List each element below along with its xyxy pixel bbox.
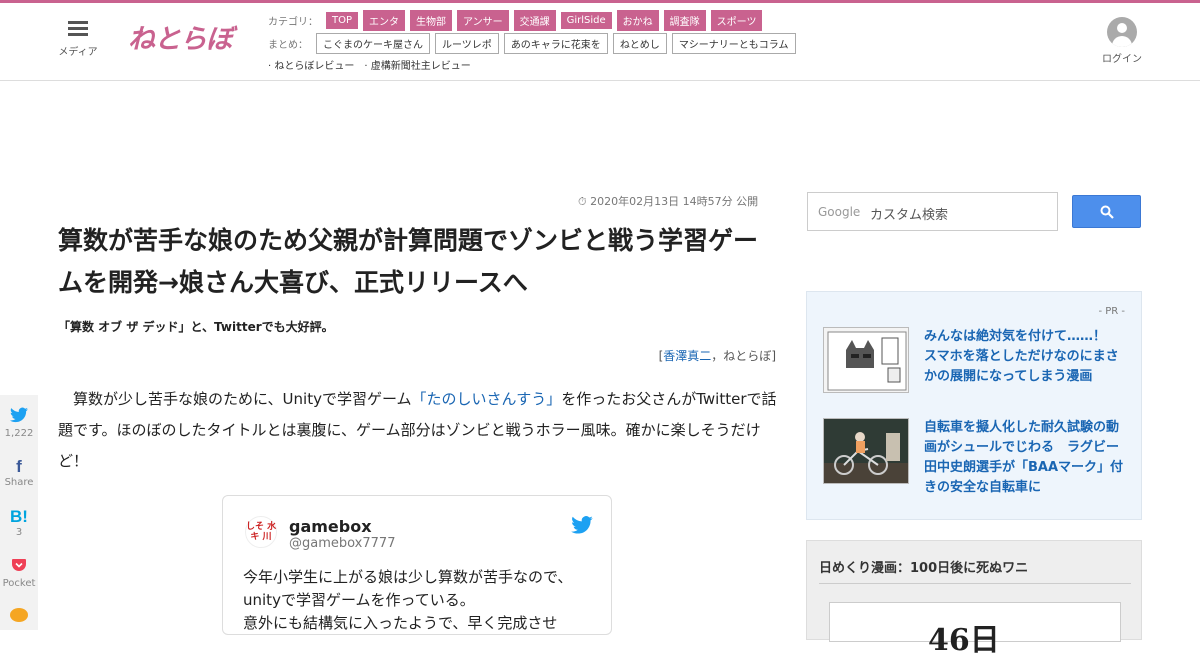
line-share-button[interactable] [0,607,38,628]
summary-link[interactable]: こぐまのケーキ屋さん [316,33,430,54]
pocket-share-label: Pocket [2,578,36,589]
byline-close: ] [771,349,776,363]
pr-headline[interactable]: みんなは絶対気を付けて……！ スマホを落としただけなのにまさかの展開になってしま… [924,327,1130,387]
share-bar: 1,222 f Share B! 3 Pocket [0,395,38,630]
category-sports[interactable]: スポーツ [710,10,763,31]
outlet-name: ねとらぼ [723,349,772,363]
category-girlside[interactable]: GirlSide [560,12,612,29]
site-header: メディア ねとらぼ カテゴリ： TOP エンタ 生物部 アンサー 交通課 Gir… [0,3,1200,81]
summary-label: まとめ： [268,40,308,51]
category-top[interactable]: TOP [326,12,359,29]
line-icon [0,607,38,628]
summary-nav: まとめ： こぐまのケーキ屋さん ルーツレポ あのキャラに花束を ねとめし マシー… [268,33,796,54]
article-byline: [香澤真二，ねとらぼ] [659,347,776,364]
manga-widget-title[interactable]: 日めくり漫画：100日後に死ぬワニ [819,557,1028,576]
category-okane[interactable]: おかね [616,10,659,31]
summary-link[interactable]: ルーツレポ [435,33,499,54]
clock-icon: ⏱ [578,195,587,208]
manga-day-number: 46日 [928,623,1000,658]
category-chousa[interactable]: 調査隊 [663,10,706,31]
tweet-text: 今年小学生に上がる娘は少し算数が苦手なので、unityで学習ゲームを作っている。… [243,568,573,632]
pr-headline[interactable]: 自転車を擬人化した耐久試験の動画がシュールでじわる ラグビー田中史朗選手が「BA… [924,418,1130,498]
user-icon [1107,17,1137,47]
category-answer[interactable]: アンサー [457,10,509,31]
pr-widget: - PR - みんなは絶対気を付けて……！ スマホを落としただけなのにまさかの展… [806,291,1142,520]
article-title: 算数が苦手な娘のため父親が計算問題でゾンビと戦う学習ゲームを開発→娘さん大喜び、… [58,226,759,297]
login-label: ログイン [1102,54,1142,65]
hatena-icon: B! [10,507,28,526]
category-koutsuu[interactable]: 交通課 [513,10,556,31]
twitter-share-button[interactable]: 1,222 [0,407,38,440]
twitter-share-count: 1,222 [4,428,34,439]
facebook-icon: f [16,457,22,476]
search-input[interactable]: Google カスタム検索 [807,192,1058,231]
search-button[interactable] [1072,195,1141,228]
review-link[interactable]: · 虚構新聞社主レビュー [364,57,470,72]
publish-date-text: 2020年02月13日 14時57分 公開 [590,195,759,208]
facebook-share-button[interactable]: f Share [0,457,38,489]
divider [819,583,1131,584]
tweet-avatar[interactable]: しそ 水 キ 川 [245,516,277,548]
tweet-author-handle[interactable]: @gamebox7777 [289,536,395,551]
pr-thumbnail[interactable] [823,418,909,484]
pocket-share-button[interactable]: Pocket [0,557,38,590]
twitter-icon [0,407,38,428]
logo-text: ねとらぼ [128,24,233,55]
category-seibutsu[interactable]: 生物部 [410,10,453,31]
manga-thumbnail[interactable]: 46日 [829,602,1121,658]
pr-label: - PR - [1098,306,1125,317]
category-nav: カテゴリ： TOP エンタ 生物部 アンサー 交通課 GirlSide おかね … [268,10,763,31]
facebook-share-label: Share [4,477,34,488]
article-lead-paragraph: 算数が少し苦手な娘のために、Unityで学習ゲーム「たのしいさんすう」を作ったお… [58,384,778,477]
menu-button[interactable]: メディア [55,21,101,58]
tweet-author-name[interactable]: gamebox [289,517,372,536]
menu-label: メディア [58,47,98,58]
summary-link[interactable]: ねとめし [612,33,667,54]
hamburger-icon [68,21,88,37]
pocket-icon [0,557,38,578]
category-enta[interactable]: エンタ [363,10,406,31]
article-subtitle: 「算数 オブ ザ デッド」と、Twitterでも大好評。 [58,320,334,334]
login-button[interactable]: ログイン [1098,17,1146,65]
review-link[interactable]: · ねとらぼレビュー [268,57,354,72]
hatena-share-button[interactable]: B! 3 [0,507,38,539]
google-brand: Google [818,205,861,219]
search-icon [1100,205,1114,219]
byline-separator: ， [711,349,724,363]
pr-thumbnail[interactable] [823,327,909,393]
review-nav: · ねとらぼレビュー · 虚構新聞社主レビュー [268,57,471,72]
embedded-tweet[interactable]: しそ 水 キ 川 gamebox @gamebox7777 今年小学生に上がる娘… [222,495,612,635]
search-placeholder: カスタム検索 [870,208,949,223]
game-title-link[interactable]: 「たのしいさんすう」 [412,390,562,408]
category-label: カテゴリ： [268,17,318,28]
hatena-share-count: 3 [15,527,23,538]
publish-date: ⏱ 2020年02月13日 14時57分 公開 [578,193,758,209]
manga-widget: 日めくり漫画：100日後に死ぬワニ 46日 [806,540,1142,658]
twitter-bird-icon[interactable] [571,516,593,534]
author-link[interactable]: 香澤真二 [663,349,711,363]
lead-text-pre: 算数が少し苦手な娘のために、Unityで学習ゲーム [73,390,412,408]
summary-link[interactable]: あのキャラに花束を [503,33,608,54]
site-logo[interactable]: ねとらぼ [128,17,240,63]
summary-link[interactable]: マシーナリーともコラム [671,33,796,54]
